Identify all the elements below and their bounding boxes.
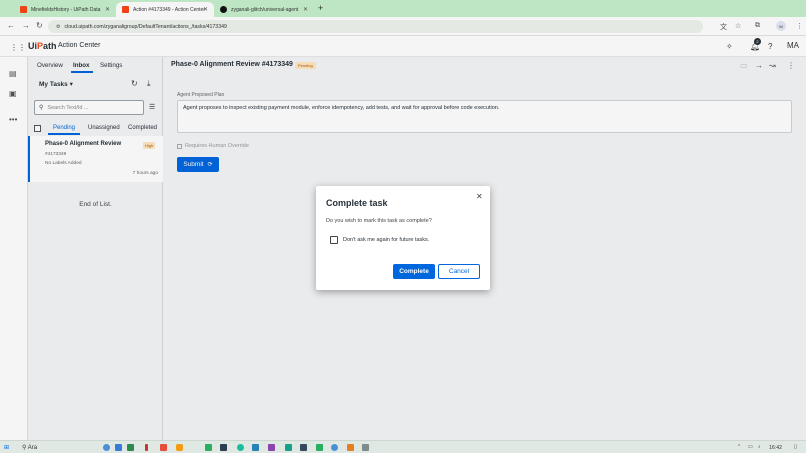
taskbar-app-icon[interactable] <box>220 444 227 451</box>
system-clock[interactable]: 16:42 <box>769 445 782 451</box>
tray-chevron-icon[interactable]: ⌃ <box>737 444 741 450</box>
taskbar-app-icon[interactable] <box>347 444 354 451</box>
taskbar-app-icon[interactable] <box>252 444 259 451</box>
notifications-icon[interactable]: ▯ <box>794 444 797 450</box>
taskbar-app-icon[interactable] <box>331 444 338 451</box>
taskbar-app-icon[interactable] <box>103 444 110 451</box>
cancel-button[interactable]: Cancel <box>438 264 480 279</box>
windows-start-icon[interactable]: ⊞ <box>4 444 9 451</box>
close-icon[interactable]: ✕ <box>476 192 483 201</box>
taskbar-app-icon[interactable] <box>316 444 323 451</box>
taskbar-search[interactable]: ⚲ Ara <box>22 444 37 451</box>
taskbar-app-icon[interactable] <box>160 444 167 451</box>
complete-task-dialog: Complete task ✕ Do you wish to mark this… <box>316 186 490 290</box>
taskbar-app-icon[interactable] <box>127 444 134 451</box>
dialog-title: Complete task <box>326 198 388 208</box>
taskbar-search-label: Ara <box>27 445 38 451</box>
taskbar-app-icon[interactable] <box>176 444 183 451</box>
taskbar-app-icon[interactable] <box>145 444 148 451</box>
taskbar-app-icon[interactable] <box>362 444 369 451</box>
taskbar-app-icon[interactable] <box>268 444 275 451</box>
taskbar-app-icon[interactable] <box>115 444 122 451</box>
taskbar-app-icon[interactable] <box>205 444 212 451</box>
complete-button[interactable]: Complete <box>393 264 435 279</box>
taskbar-app-icon[interactable] <box>300 444 307 451</box>
network-icon[interactable]: ▭ <box>748 444 753 450</box>
taskbar-app-icon[interactable] <box>285 444 292 451</box>
os-taskbar: ⊞ ⚲ Ara ⌃ ▭ ♪ 16:42 ▯ <box>0 440 806 453</box>
dialog-message: Do you wish to mark this task as complet… <box>326 218 432 224</box>
dont-ask-again-label[interactable]: Don't ask me again for future tasks. <box>343 237 429 243</box>
volume-icon[interactable]: ♪ <box>758 444 761 450</box>
search-icon: ⚲ <box>22 445 27 451</box>
taskbar-app-icon[interactable] <box>237 444 244 451</box>
dont-ask-again-checkbox[interactable] <box>330 236 338 244</box>
